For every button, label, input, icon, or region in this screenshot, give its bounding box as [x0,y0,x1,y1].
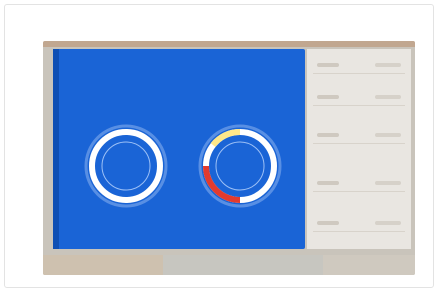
gauge-2-value [195,121,285,211]
bottom-bar-segment [163,255,323,275]
side-row [313,91,405,106]
gauge-2 [195,121,285,211]
side-row [313,177,405,192]
window-top-bar [43,41,415,47]
thumbnail-card [4,4,434,288]
side-row [313,217,405,232]
side-row [313,129,405,144]
gauge-panel [53,49,305,249]
side-row [313,59,405,74]
bottom-bar-segment [43,255,163,275]
dashboard-screenshot [43,41,415,275]
gauge-1 [81,121,171,211]
left-nav-strip [53,49,59,249]
gauge-1-value [81,121,171,211]
side-panel [307,49,411,249]
bottom-bar [43,255,415,275]
